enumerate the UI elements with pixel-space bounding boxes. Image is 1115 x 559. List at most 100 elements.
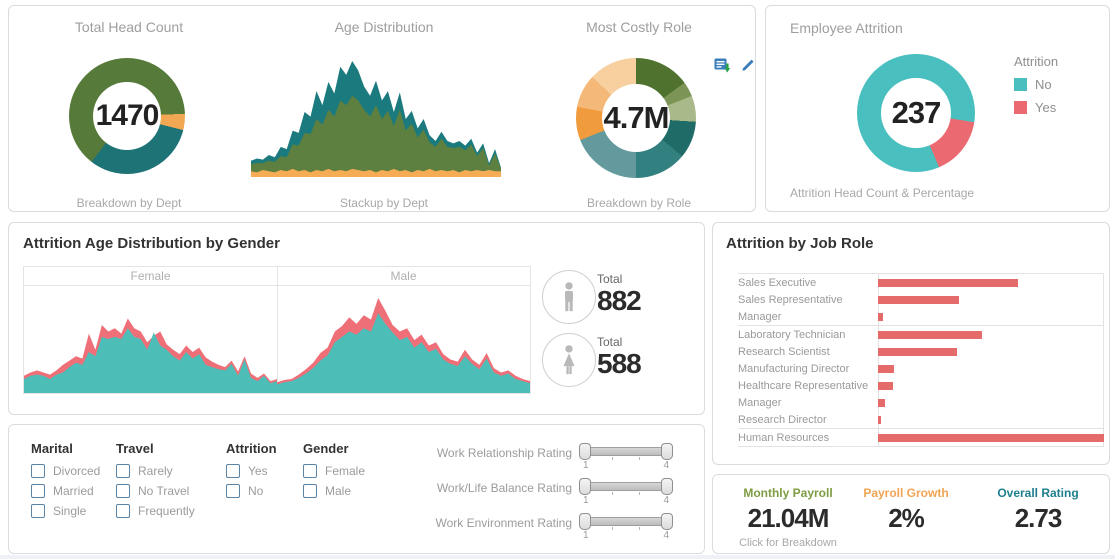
filter-group-gender: Gender Female Male — [303, 441, 365, 504]
panel-overview: Total Head Count 1470 Breakdown by Dept … — [8, 5, 756, 212]
filter-option-divorced[interactable]: Divorced — [31, 464, 100, 478]
job-role-label: Research Director — [738, 413, 827, 426]
costly-role-donut-chart[interactable]: 4.7M — [576, 58, 696, 178]
slider-handle-max[interactable] — [661, 443, 673, 460]
legend-item-yes[interactable]: Yes — [1014, 100, 1058, 115]
job-role-bar[interactable] — [878, 398, 885, 407]
slider-track-bar[interactable] — [583, 482, 669, 491]
job-role-row[interactable]: Manager — [738, 308, 1104, 326]
filter-group-title: Marital — [31, 441, 73, 456]
legend-item-no[interactable]: No — [1014, 77, 1058, 92]
slider-track-bar[interactable] — [583, 517, 669, 526]
export-icon[interactable] — [714, 58, 731, 74]
head-count-caption: Breakdown by Dept — [76, 196, 182, 210]
job-role-bar[interactable] — [878, 364, 894, 373]
attrition-legend: Attrition No Yes — [1014, 54, 1058, 115]
slider-tick — [611, 457, 613, 460]
job-role-bar[interactable] — [878, 347, 958, 356]
filter-option-single[interactable]: Single — [31, 504, 100, 518]
slider-handle-max[interactable] — [661, 513, 673, 530]
filter-option-no-travel[interactable]: No Travel — [116, 484, 195, 498]
filter-group-marital: Marital Divorced Married Single — [31, 441, 100, 524]
job-role-row[interactable]: Manager — [738, 394, 1104, 411]
age-distribution-caption: Stackup by Dept — [339, 196, 429, 210]
slider-track-bar[interactable] — [583, 447, 669, 456]
checkbox-icon[interactable] — [116, 484, 130, 498]
job-role-bar[interactable] — [878, 278, 1019, 287]
slider-tick — [611, 492, 613, 495]
costly-role-title: Most Costly Role — [586, 19, 692, 35]
slider-label: Work Environment Rating — [435, 516, 573, 530]
job-role-bar[interactable] — [878, 295, 960, 304]
checkbox-icon[interactable] — [31, 484, 45, 498]
checkbox-icon[interactable] — [116, 464, 130, 478]
female-area-chart[interactable] — [24, 285, 277, 393]
slider-track[interactable]: 14 — [579, 513, 673, 541]
overall-rating-value: 2.73 — [1014, 503, 1063, 533]
checkbox-icon[interactable] — [31, 464, 45, 478]
filter-option-married[interactable]: Married — [31, 484, 100, 498]
checkbox-label: Female — [325, 464, 366, 478]
male-total-value: 882 — [597, 285, 642, 316]
filter-option-rarely[interactable]: Rarely — [116, 464, 195, 478]
checkbox-icon[interactable] — [226, 464, 240, 478]
job-role-row[interactable]: Manufacturing Director — [738, 360, 1104, 377]
checkbox-icon[interactable] — [303, 484, 317, 498]
age-distribution-area-chart[interactable] — [251, 61, 501, 177]
overall-rating-label: Overall Rating — [997, 486, 1079, 500]
job-role-row[interactable]: Sales Representative — [738, 291, 1104, 308]
kpi-payroll-growth: Payroll Growth 2% — [846, 486, 966, 534]
slider-max-label: 4 — [663, 530, 669, 541]
slider-handle-min[interactable] — [579, 513, 591, 530]
slider-label: Work Relationship Rating — [436, 446, 572, 460]
filter-group-attrition: Attrition Yes No — [226, 441, 277, 504]
male-area-chart[interactable] — [277, 285, 530, 393]
checkbox-icon[interactable] — [303, 464, 317, 478]
job-role-bar[interactable] — [878, 415, 882, 424]
slider-track[interactable]: 14 — [579, 443, 673, 471]
checkbox-icon[interactable] — [226, 484, 240, 498]
slider-handle-min[interactable] — [579, 478, 591, 495]
job-role-bar[interactable] — [878, 330, 982, 339]
job-role-row[interactable]: Human Resources — [738, 429, 1104, 446]
monthly-payroll-sub: Click for Breakdown — [739, 537, 837, 549]
employee-attrition-donut-chart[interactable]: 237 — [857, 54, 975, 172]
filter-option-yes[interactable]: Yes — [226, 464, 277, 478]
job-role-bar-chart[interactable]: Sales Executive Sales Representative Manag… — [738, 273, 1104, 447]
job-role-label: Healthcare Representative — [738, 379, 869, 392]
filter-option-frequently[interactable]: Frequently — [116, 504, 195, 518]
slider-track[interactable]: 14 — [579, 478, 673, 506]
filter-option-no[interactable]: No — [226, 484, 277, 498]
filter-option-male[interactable]: Male — [303, 484, 365, 498]
male-total-icon — [542, 270, 596, 324]
edit-pencil-icon[interactable] — [740, 57, 757, 73]
monthly-payroll-label: Monthly Payroll — [743, 486, 833, 500]
kpi-monthly-payroll[interactable]: Monthly Payroll 21.04M Click for Breakdo… — [723, 486, 853, 549]
slider-tick — [611, 527, 613, 530]
checkbox-icon[interactable] — [116, 504, 130, 518]
filter-option-female[interactable]: Female — [303, 464, 365, 478]
job-role-row[interactable]: Research Director — [738, 411, 1104, 429]
job-role-row[interactable]: Research Scientist — [738, 343, 1104, 360]
legend-label-no: No — [1035, 77, 1052, 92]
job-role-bar[interactable] — [878, 433, 1104, 442]
area-layer-no-teal — [24, 328, 277, 393]
head-count-donut-chart[interactable]: 1470 — [69, 58, 185, 174]
job-role-bar[interactable] — [878, 312, 883, 321]
slider-work-life-balance-rating: Work/Life Balance Rating 1 4 — [427, 478, 682, 508]
job-role-bar[interactable] — [878, 381, 893, 390]
slider-handle-max[interactable] — [661, 478, 673, 495]
slider-handle-min[interactable] — [579, 443, 591, 460]
legend-swatch-yes-icon — [1014, 101, 1027, 114]
job-role-row[interactable]: Healthcare Representative — [738, 377, 1104, 394]
role-panel-title: Attrition by Job Role — [726, 235, 874, 252]
gender-panel-title: Attrition Age Distribution by Gender — [23, 235, 280, 252]
female-total-icon — [542, 333, 596, 387]
job-role-row[interactable]: Laboratory Technician — [738, 326, 1104, 343]
checkbox-icon[interactable] — [31, 504, 45, 518]
job-role-row[interactable]: Sales Executive — [738, 274, 1104, 291]
checkbox-label: Frequently — [138, 504, 195, 518]
female-total-label: Total — [597, 335, 623, 349]
slider-min-label: 1 — [583, 495, 589, 506]
slider-label: Work/Life Balance Rating — [436, 481, 572, 495]
